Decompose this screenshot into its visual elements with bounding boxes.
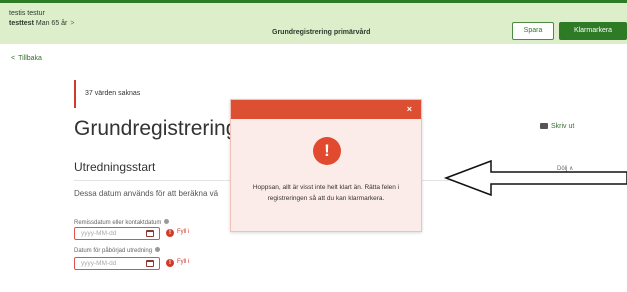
question-icon[interactable] (164, 219, 170, 224)
investigation-date-input[interactable]: yyyy-MM-dd (74, 257, 160, 270)
patient-details: testtest Man 65 år > (9, 19, 74, 29)
header-title: Grundregistrering primärvård (272, 29, 371, 36)
error-icon: ! (166, 229, 174, 237)
dialog-message: Hoppsan, allt är visst inte helt klart ä… (252, 184, 400, 202)
patient-id: testtest (9, 20, 34, 27)
page-title: Grundregistrering (74, 117, 238, 140)
patient-meta: Man 65 år (35, 20, 68, 27)
calendar-icon[interactable] (146, 230, 154, 237)
collapse-section-button[interactable]: Dölj ∧ (557, 165, 573, 172)
dialog-header: × (231, 100, 421, 119)
missing-values-notice: 37 värden saknas (74, 80, 140, 108)
print-link[interactable]: Skriv ut (540, 123, 574, 130)
section-title: Utredningsstart (74, 160, 156, 174)
back-label: Tillbaka (18, 55, 42, 62)
error-icon: ! (166, 259, 174, 267)
app-header: testis testur testtest Man 65 år > Grundr… (0, 0, 627, 44)
field-label-investigation-date: Datum för påbörjad utredning (74, 247, 161, 254)
patient-info[interactable]: testis testur testtest Man 65 år > (9, 9, 74, 29)
back-link[interactable]: < Tillbaka (11, 55, 42, 62)
complete-button[interactable]: Klarmarkera (559, 22, 627, 40)
close-icon[interactable]: × (407, 103, 412, 115)
exclamation-circle-icon: ! (313, 137, 341, 165)
field-error-hint: ! Fyll i (166, 259, 189, 267)
question-icon[interactable] (155, 247, 161, 252)
print-label: Skriv ut (551, 123, 575, 130)
error-dialog: × ! Hoppsan, allt är visst inte helt kla… (230, 99, 422, 232)
arrow-shape (443, 159, 627, 197)
save-button[interactable]: Spara (512, 22, 554, 40)
calendar-icon[interactable] (146, 260, 154, 267)
referral-date-input[interactable]: yyyy-MM-dd (74, 227, 160, 240)
chevron-right-icon: > (70, 20, 75, 27)
section-description: Dessa datum används för att beräkna vä (74, 189, 219, 198)
patient-name: testis testur (9, 10, 45, 17)
field-label-referral-date: Remissdatum eller kontaktdatum (74, 219, 170, 226)
field-error-hint: ! Fyll i (166, 229, 189, 237)
printer-icon (540, 123, 548, 129)
chevron-left-icon: < (11, 55, 16, 62)
